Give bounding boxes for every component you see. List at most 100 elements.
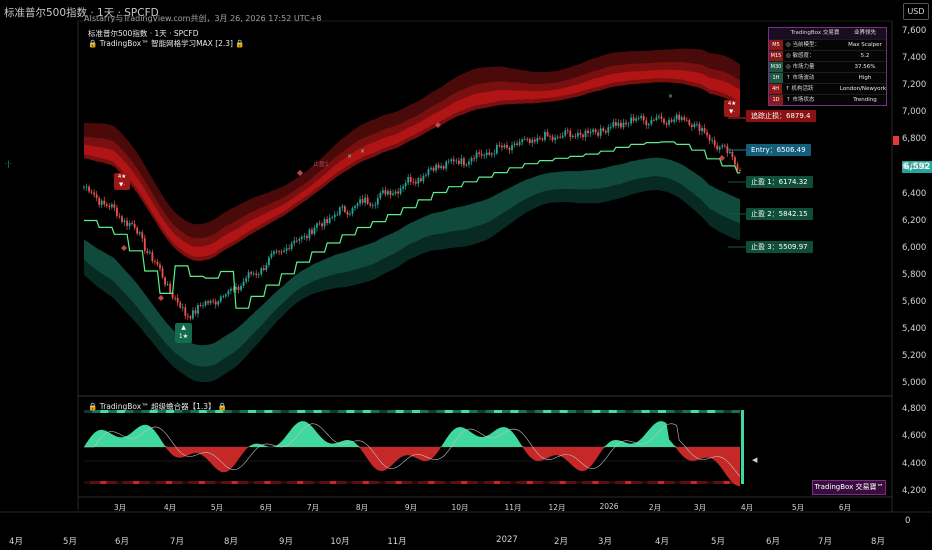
osc-positive-area — [84, 421, 740, 447]
candle — [197, 303, 199, 318]
osc-strip-segment — [477, 481, 484, 484]
candle — [539, 135, 541, 141]
table-header-right: 业界领先 — [853, 30, 876, 36]
candle — [384, 186, 387, 197]
timeframe-cell: 1H — [769, 73, 783, 83]
timeframe-cell: M30 — [769, 62, 783, 72]
osc-strip-segment — [723, 481, 730, 484]
osc-strip-segment — [576, 481, 582, 484]
candle — [374, 201, 377, 209]
collapse-arrow-icon[interactable]: ◀ — [752, 456, 757, 464]
candle — [663, 117, 665, 126]
candle — [533, 136, 536, 145]
osc-strip-segment — [395, 481, 402, 484]
take-profit-2-label: 止盈 2：5842.15 — [746, 208, 813, 220]
candle — [305, 233, 308, 242]
candle — [642, 113, 645, 125]
sell-signal-badge[interactable]: 4★ ▼· — [114, 173, 130, 190]
price-tick-label: 7,200 — [902, 80, 927, 91]
osc-strip-segment — [412, 410, 420, 413]
candle — [98, 195, 101, 208]
time-tick-label: 9月 — [404, 503, 418, 512]
candle — [273, 249, 275, 257]
lock-icon: 🔒 — [235, 39, 245, 48]
candle — [635, 115, 638, 123]
time-tick-label: 5月 — [791, 503, 805, 512]
candle — [361, 195, 364, 205]
trail-stop-label: 追踪止损：6879.4 — [746, 110, 816, 122]
candle — [432, 166, 435, 173]
candle — [356, 202, 359, 209]
time-tick-label: 3月 — [113, 503, 127, 512]
buy-signal-badge[interactable]: ▲ 1★ — [175, 323, 192, 343]
candle — [283, 247, 285, 254]
timeframe-cell: 1D — [769, 95, 783, 105]
time-tick-label: 4月 — [655, 537, 669, 547]
candle — [693, 121, 696, 129]
price-tick-label: 6,800 — [902, 134, 927, 145]
candle — [582, 133, 584, 141]
candle — [645, 117, 648, 130]
osc-strip-segment — [297, 410, 306, 413]
legend-indicator[interactable]: 🔒 TradingBox™ 智能网格学习MAX [2.3] 🔒 — [88, 38, 245, 49]
osc-strip-segment — [395, 410, 404, 413]
candle — [237, 284, 240, 294]
candle — [685, 116, 688, 122]
time-tick-label: 6月 — [259, 503, 273, 512]
osc-strip-segment — [641, 410, 650, 413]
candle — [293, 236, 296, 247]
time-tick-label: 10月 — [330, 537, 350, 547]
candle — [425, 172, 427, 178]
candle — [506, 141, 508, 150]
candle — [128, 220, 131, 230]
lock-icon: 🔒 — [88, 39, 98, 48]
candle — [521, 137, 524, 146]
osc-strip-segment — [510, 410, 519, 413]
candle — [275, 248, 278, 255]
candle — [566, 127, 569, 135]
candle — [708, 133, 711, 145]
candle — [392, 189, 394, 197]
candle — [85, 183, 88, 191]
metric-label: ↑ 市场波动 — [786, 75, 815, 81]
currency-button[interactable]: USD — [903, 3, 929, 20]
price-tick-label: 6,400 — [902, 188, 927, 199]
osc-strip-segment — [723, 410, 732, 413]
legend-oscillator[interactable]: 🔒 TradingBox™ 超级蟾合器【1.3】 🔒 — [88, 401, 227, 412]
candle — [422, 173, 425, 184]
candle — [192, 307, 194, 321]
take-profit-marker: 止盈1 — [313, 161, 329, 168]
price-tick-label: 5,000 — [902, 378, 927, 389]
candle — [630, 113, 632, 126]
candle — [602, 126, 605, 133]
osc-strip-segment — [608, 481, 615, 484]
sell-signal-badge[interactable]: 4★ ▼· — [724, 100, 740, 117]
time-tick-label: 5月 — [210, 503, 224, 512]
candle — [389, 188, 392, 199]
osc-strip-segment — [625, 481, 632, 484]
osc-strip-segment — [543, 481, 550, 484]
osc-strip-segment — [707, 410, 716, 413]
osc-strip-segment — [330, 410, 338, 413]
osc-strip-segment — [84, 481, 90, 484]
timeframe-cell: 4H — [769, 84, 783, 94]
candle — [513, 140, 516, 148]
candle — [417, 176, 420, 188]
metric-label: ◎ 敏感度： — [786, 53, 815, 59]
candle — [498, 141, 501, 148]
osc-strip-segment — [576, 410, 584, 413]
candle — [554, 134, 557, 144]
candle — [485, 149, 488, 159]
price-tick-label: 5,800 — [902, 269, 927, 280]
candle — [409, 173, 412, 186]
right-zero-label: 0 — [905, 516, 911, 526]
metric-value: 37.56% — [854, 64, 876, 70]
candle — [214, 298, 217, 309]
candle — [402, 184, 405, 192]
table-row: M5 ◎ 当前模型： Max Scalper — [769, 39, 886, 50]
candle — [247, 269, 250, 283]
candle — [541, 137, 544, 142]
candle — [607, 124, 610, 136]
candle — [442, 164, 445, 171]
time-tick-label: 11月 — [387, 537, 407, 547]
